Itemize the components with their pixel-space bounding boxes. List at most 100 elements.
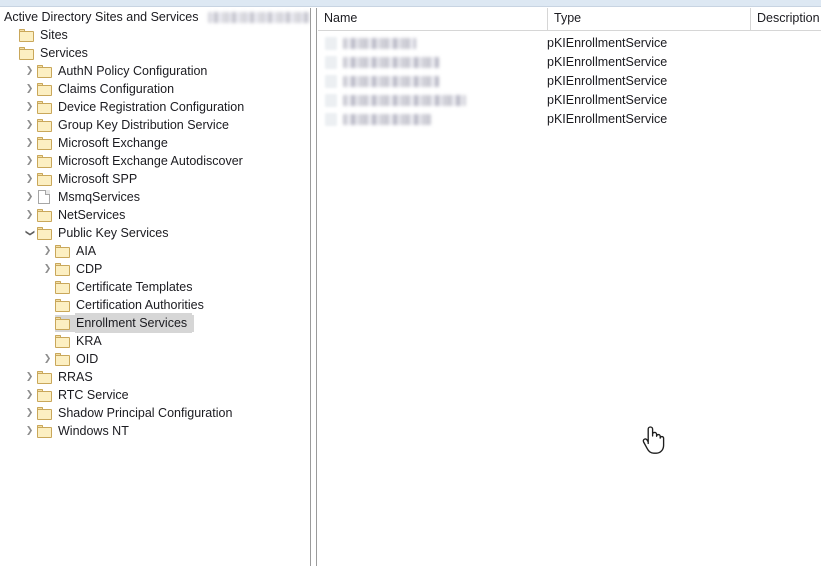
redacted-object-icon xyxy=(325,56,337,69)
redacted-ca-name xyxy=(343,57,439,68)
folder-icon xyxy=(19,28,35,42)
tree-item-group-key-distribution-service[interactable]: ❯ Group Key Distribution Service xyxy=(0,116,310,134)
tree-item-label: Sites xyxy=(40,28,68,42)
redacted-ca-name xyxy=(343,95,466,106)
folder-icon xyxy=(37,82,53,96)
cell-description xyxy=(750,110,820,129)
tree-item-microsoft-exchange-autodiscover[interactable]: ❯ Microsoft Exchange Autodiscover xyxy=(0,152,310,170)
tree-item-microsoft-exchange[interactable]: ❯ Microsoft Exchange xyxy=(0,134,310,152)
pane-splitter[interactable] xyxy=(310,8,317,566)
tree-item-label: Windows NT xyxy=(58,424,129,438)
tree-item-label: RRAS xyxy=(58,370,93,384)
table-row[interactable]: pKIEnrollmentService xyxy=(318,91,821,110)
chevron-right-icon[interactable]: ❯ xyxy=(40,242,55,260)
table-row[interactable]: pKIEnrollmentService xyxy=(318,110,821,129)
list-rows-container[interactable]: pKIEnrollmentService pKIEnrollmentService… xyxy=(318,31,821,129)
chevron-right-icon[interactable]: ❯ xyxy=(22,404,37,422)
chevron-right-icon[interactable]: ❯ xyxy=(22,134,37,152)
tree-item-content: Services xyxy=(19,45,95,62)
tree-item-label: CDP xyxy=(76,262,103,276)
chevron-down-icon[interactable]: ❯ xyxy=(21,226,39,241)
tree-item-msmqservices[interactable]: ❯ MsmqServices xyxy=(0,188,310,206)
tree-item-content: Microsoft SPP xyxy=(37,171,144,188)
redacted-ca-name xyxy=(343,38,416,49)
tree-item-content: RTC Service xyxy=(37,387,136,404)
tree-item-shadow-principal-configuration[interactable]: ❯ Shadow Principal Configuration xyxy=(0,404,310,422)
tree-item-label: KRA xyxy=(76,334,102,348)
tree-item-label: Microsoft SPP xyxy=(58,172,138,186)
tree-item-public-key-services[interactable]: ❯ Public Key Services xyxy=(0,224,310,242)
tree-item-claims-configuration[interactable]: ❯ Claims Configuration xyxy=(0,80,310,98)
tree-item-content: Claims Configuration xyxy=(37,81,181,98)
tree-item-content: KRA xyxy=(55,333,109,350)
tree-item-label: MsmqServices xyxy=(58,190,140,204)
chevron-right-icon[interactable]: ❯ xyxy=(22,170,37,188)
tree-root-label: Active Directory Sites and Services xyxy=(4,10,199,24)
table-row[interactable]: pKIEnrollmentService xyxy=(318,34,821,53)
tree-item-content: Certification Authorities xyxy=(55,297,211,314)
column-header-name[interactable]: Name xyxy=(318,8,547,30)
tree-root-node[interactable]: Active Directory Sites and Services xyxy=(0,8,310,26)
tree-item-windows-nt[interactable]: ❯ Windows NT xyxy=(0,422,310,440)
table-row[interactable]: pKIEnrollmentService xyxy=(318,53,821,72)
chevron-right-icon[interactable]: ❯ xyxy=(22,62,37,80)
chevron-right-icon[interactable]: ❯ xyxy=(22,206,37,224)
chevron-right-icon[interactable]: ❯ xyxy=(40,350,55,368)
tree-item-label: Services xyxy=(40,46,88,60)
tree-item-content: Windows NT xyxy=(37,423,136,440)
tree-item-cdp[interactable]: ❯ CDP xyxy=(0,260,310,278)
table-row[interactable]: pKIEnrollmentService xyxy=(318,72,821,91)
tree-item-content: Microsoft Exchange Autodiscover xyxy=(37,153,250,170)
tree-item-label: Enrollment Services xyxy=(76,314,192,332)
chevron-right-icon[interactable]: ❯ xyxy=(22,80,37,98)
tree-item-content: AIA xyxy=(55,243,103,260)
tree-item-kra[interactable]: KRA xyxy=(0,332,310,350)
tree-item-services[interactable]: Services xyxy=(0,44,310,62)
tree-item-authn-policy-configuration[interactable]: ❯ AuthN Policy Configuration xyxy=(0,62,310,80)
column-header-description[interactable]: Description xyxy=(750,8,821,30)
tree-item-label: Certification Authorities xyxy=(76,298,204,312)
chevron-right-icon[interactable]: ❯ xyxy=(22,188,37,206)
tree-item-sites[interactable]: Sites xyxy=(0,26,310,44)
tree-item-rras[interactable]: ❯ RRAS xyxy=(0,368,310,386)
folder-icon xyxy=(37,370,53,384)
tree-item-label: AuthN Policy Configuration xyxy=(58,64,208,78)
chevron-right-icon[interactable]: ❯ xyxy=(22,152,37,170)
tree-item-device-registration-configuration[interactable]: ❯ Device Registration Configuration xyxy=(0,98,310,116)
tree-item-rtc-service[interactable]: ❯ RTC Service xyxy=(0,386,310,404)
tree-item-certificate-templates[interactable]: Certificate Templates xyxy=(0,278,310,296)
tree-item-content: Enrollment Services xyxy=(55,314,195,332)
tree-item-label: AIA xyxy=(76,244,97,258)
tree-item-label: OID xyxy=(76,352,99,366)
folder-icon xyxy=(55,262,71,276)
tree-item-oid[interactable]: ❯ OID xyxy=(0,350,310,368)
redacted-ca-name xyxy=(343,114,431,125)
chevron-right-icon[interactable]: ❯ xyxy=(22,422,37,440)
tree-item-content: Group Key Distribution Service xyxy=(37,117,236,134)
folder-icon xyxy=(55,244,71,258)
results-list-pane[interactable]: Name Type Description pKIEnrollmentService… xyxy=(318,8,821,566)
chevron-right-icon[interactable]: ❯ xyxy=(22,368,37,386)
chevron-right-icon[interactable]: ❯ xyxy=(22,98,37,116)
tree-item-certification-authorities[interactable]: Certification Authorities xyxy=(0,296,310,314)
tree-item-aia[interactable]: ❯ AIA xyxy=(0,242,310,260)
chevron-right-icon[interactable]: ❯ xyxy=(22,116,37,134)
column-header-type[interactable]: Type xyxy=(547,8,750,30)
folder-icon xyxy=(37,424,53,438)
cell-type: pKIEnrollmentService xyxy=(547,93,668,107)
tree-item-netservices[interactable]: ❯ NetServices xyxy=(0,206,310,224)
tree-item-microsoft-spp[interactable]: ❯ Microsoft SPP xyxy=(0,170,310,188)
tree-item-enrollment-services[interactable]: Enrollment Services xyxy=(0,314,310,332)
chevron-right-icon[interactable]: ❯ xyxy=(40,260,55,278)
console-tree-pane[interactable]: Active Directory Sites and Services Site… xyxy=(0,8,310,566)
chevron-right-icon[interactable]: ❯ xyxy=(22,386,37,404)
cell-description xyxy=(750,91,820,110)
cell-type: pKIEnrollmentService xyxy=(547,112,668,126)
tree-item-content: Public Key Services xyxy=(37,225,175,242)
redacted-object-icon xyxy=(325,94,337,107)
redacted-object-icon xyxy=(325,113,337,126)
folder-icon xyxy=(55,334,71,348)
folder-icon xyxy=(37,154,53,168)
